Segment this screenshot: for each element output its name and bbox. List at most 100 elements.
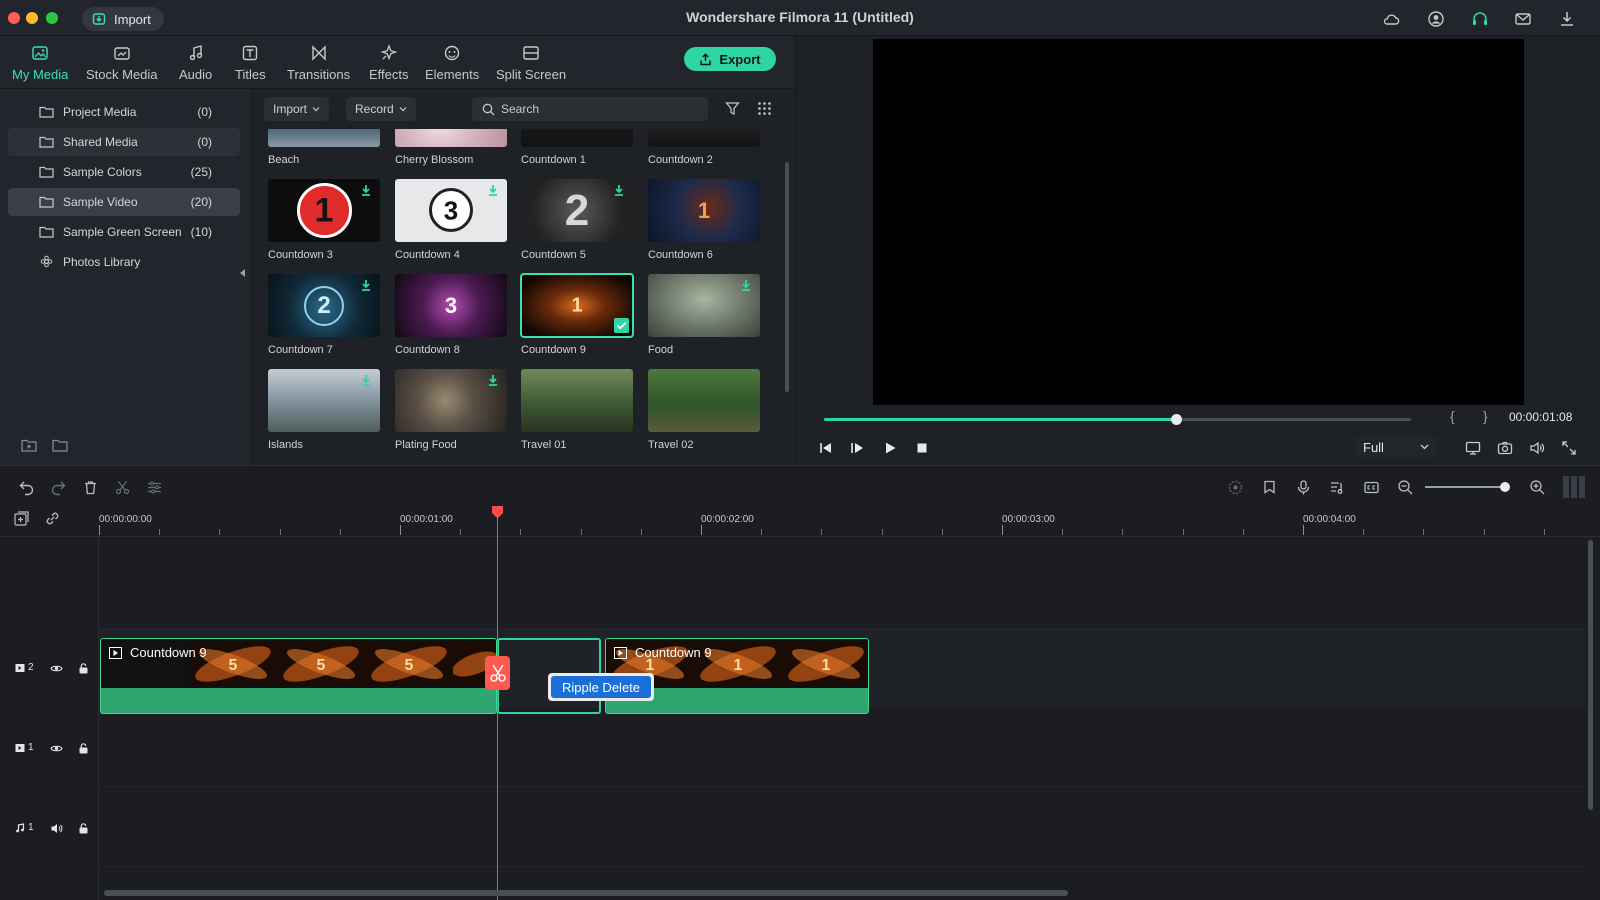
audio-mixer-icon[interactable]	[1329, 479, 1346, 496]
undo-icon[interactable]	[18, 479, 35, 496]
play-icon[interactable]	[882, 440, 898, 456]
play-frame-icon[interactable]	[849, 440, 865, 456]
marker-icon[interactable]	[1261, 479, 1278, 496]
microphone-icon[interactable]	[1295, 479, 1312, 496]
volume-icon[interactable]	[1529, 440, 1545, 456]
export-button[interactable]: Export	[684, 47, 776, 71]
stop-icon[interactable]	[914, 440, 930, 456]
sidebar-item-sample-colors[interactable]: Sample Colors (25)	[8, 158, 240, 186]
cloud-icon[interactable]	[1382, 10, 1400, 28]
playhead-handle-icon[interactable]	[491, 505, 504, 519]
subtitle-cc-icon[interactable]	[1363, 479, 1380, 496]
media-tile-countdown-7[interactable]: 2 Countdown 7	[268, 274, 380, 356]
download-arrow-icon[interactable]	[360, 184, 372, 196]
media-tile-countdown-1[interactable]: Countdown 1	[521, 129, 633, 166]
eye-visibility-icon[interactable]	[50, 662, 63, 675]
media-tile-travel-01[interactable]: Travel 01	[521, 369, 633, 451]
fullscreen-expand-icon[interactable]	[1561, 440, 1577, 456]
download-icon[interactable]	[1558, 10, 1576, 28]
snapshot-camera-icon[interactable]	[1497, 440, 1513, 456]
timeline-ruler[interactable]: 00:00:00:00 00:00:01:00 00:00:02:00 00:0…	[0, 507, 1600, 537]
sidebar-item-shared-media[interactable]: Shared Media (0)	[8, 128, 240, 156]
media-library-panel: Import Record Search Beach Cherry Blosso…	[250, 88, 795, 465]
timeline-vertical-scrollbar[interactable]	[1588, 540, 1593, 810]
new-folder-icon[interactable]	[21, 438, 37, 452]
sidebar-item-project-media[interactable]: Project Media (0)	[8, 98, 240, 126]
playhead-line[interactable]	[497, 507, 498, 900]
tab-my-media[interactable]: My Media	[12, 36, 68, 88]
step-back-icon[interactable]	[818, 440, 834, 456]
account-icon[interactable]	[1427, 10, 1445, 28]
zoom-in-icon[interactable]	[1529, 479, 1546, 496]
timeline-clip-countdown-9-a[interactable]: 5 5 5 Countdown 9	[100, 638, 497, 714]
filter-icon[interactable]	[725, 101, 740, 116]
timeline-tracks[interactable]: 5 5 5 Countdown 9 1 1 1 Countdown 9	[99, 537, 1585, 890]
timeline-zoom-knob[interactable]	[1499, 482, 1510, 492]
media-tile-countdown-6[interactable]: 1 Countdown 6	[648, 179, 760, 261]
split-scissor-button[interactable]	[485, 656, 510, 690]
sidebar-item-sample-video[interactable]: Sample Video (20)	[8, 188, 240, 216]
support-headset-icon[interactable]	[1471, 10, 1489, 28]
tab-transitions[interactable]: Transitions	[287, 36, 350, 88]
preview-progress-bar[interactable]	[824, 414, 1411, 425]
media-search-input[interactable]: Search	[472, 97, 708, 121]
render-preview-icon[interactable]	[1227, 479, 1244, 496]
lock-icon[interactable]	[78, 822, 89, 834]
sidebar-item-sample-green-screen[interactable]: Sample Green Screen (10)	[8, 218, 240, 246]
tab-titles[interactable]: Titles	[235, 36, 266, 88]
ruler-tick	[821, 529, 822, 535]
media-tile-plating-food[interactable]: Plating Food	[395, 369, 507, 451]
download-arrow-icon[interactable]	[360, 374, 372, 386]
split-scissors-icon[interactable]	[114, 479, 131, 496]
timeline-zoom-slider[interactable]	[1425, 482, 1510, 492]
lock-icon[interactable]	[78, 662, 89, 674]
delete-trash-icon[interactable]	[82, 479, 99, 496]
media-tile-travel-02[interactable]: Travel 02	[648, 369, 760, 451]
tab-split-screen[interactable]: Split Screen	[496, 36, 566, 88]
media-folder-sidebar: Project Media (0) Shared Media (0) Sampl…	[0, 88, 250, 465]
monitor-icon[interactable]	[1465, 440, 1481, 456]
media-tile-cherry-blossom[interactable]: Cherry Blossom	[395, 129, 507, 166]
media-grid-scrollbar[interactable]	[785, 162, 789, 392]
mark-in-button[interactable]: {	[1450, 408, 1455, 424]
media-tile-beach[interactable]: Beach	[268, 129, 380, 166]
mail-icon[interactable]	[1514, 10, 1532, 28]
download-arrow-icon[interactable]	[360, 279, 372, 291]
add-track-icon[interactable]	[13, 510, 30, 527]
redo-icon[interactable]	[50, 479, 67, 496]
media-import-dropdown[interactable]: Import	[264, 97, 330, 121]
media-tile-islands[interactable]: Islands	[268, 369, 380, 451]
eye-visibility-icon[interactable]	[50, 742, 63, 755]
download-arrow-icon[interactable]	[740, 279, 752, 291]
zoom-out-icon[interactable]	[1397, 479, 1414, 496]
ripple-delete-menu-item[interactable]: Ripple Delete	[551, 676, 651, 698]
adjust-sliders-icon[interactable]	[146, 479, 163, 496]
grid-view-icon[interactable]	[757, 101, 772, 116]
tab-elements[interactable]: Elements	[425, 36, 479, 88]
collapse-sidebar-arrow-icon[interactable]	[240, 269, 245, 277]
tab-effects[interactable]: Effects	[369, 36, 409, 88]
timeline-layout-icon[interactable]	[1562, 475, 1586, 499]
download-arrow-icon[interactable]	[487, 374, 499, 386]
tab-audio[interactable]: Audio	[179, 36, 212, 88]
media-tile-countdown-5[interactable]: 2 Countdown 5	[521, 179, 633, 261]
lock-icon[interactable]	[78, 742, 89, 754]
sidebar-item-photos-library[interactable]: Photos Library	[8, 248, 240, 276]
media-tile-countdown-3[interactable]: 1 Countdown 3	[268, 179, 380, 261]
link-icon[interactable]	[44, 510, 61, 527]
media-tile-countdown-2[interactable]: Countdown 2	[648, 129, 760, 166]
media-tile-food[interactable]: Food	[648, 274, 760, 356]
mark-out-button[interactable]: }	[1483, 408, 1488, 424]
tab-stock-media[interactable]: Stock Media	[86, 36, 158, 88]
media-tile-countdown-4[interactable]: 3 Countdown 4	[395, 179, 507, 261]
timeline-horizontal-scrollbar[interactable]	[104, 890, 1068, 896]
media-tile-countdown-9[interactable]: 1 Countdown 9	[520, 273, 634, 356]
speaker-mute-icon[interactable]	[50, 822, 63, 835]
preview-quality-select[interactable]: Full	[1355, 436, 1437, 458]
download-arrow-icon[interactable]	[487, 184, 499, 196]
record-dropdown[interactable]: Record	[346, 97, 416, 121]
import-folder-icon[interactable]	[52, 438, 68, 452]
preview-progress-knob[interactable]	[1171, 414, 1183, 425]
download-arrow-icon[interactable]	[613, 184, 625, 196]
media-tile-countdown-8[interactable]: 3 Countdown 8	[395, 274, 507, 356]
